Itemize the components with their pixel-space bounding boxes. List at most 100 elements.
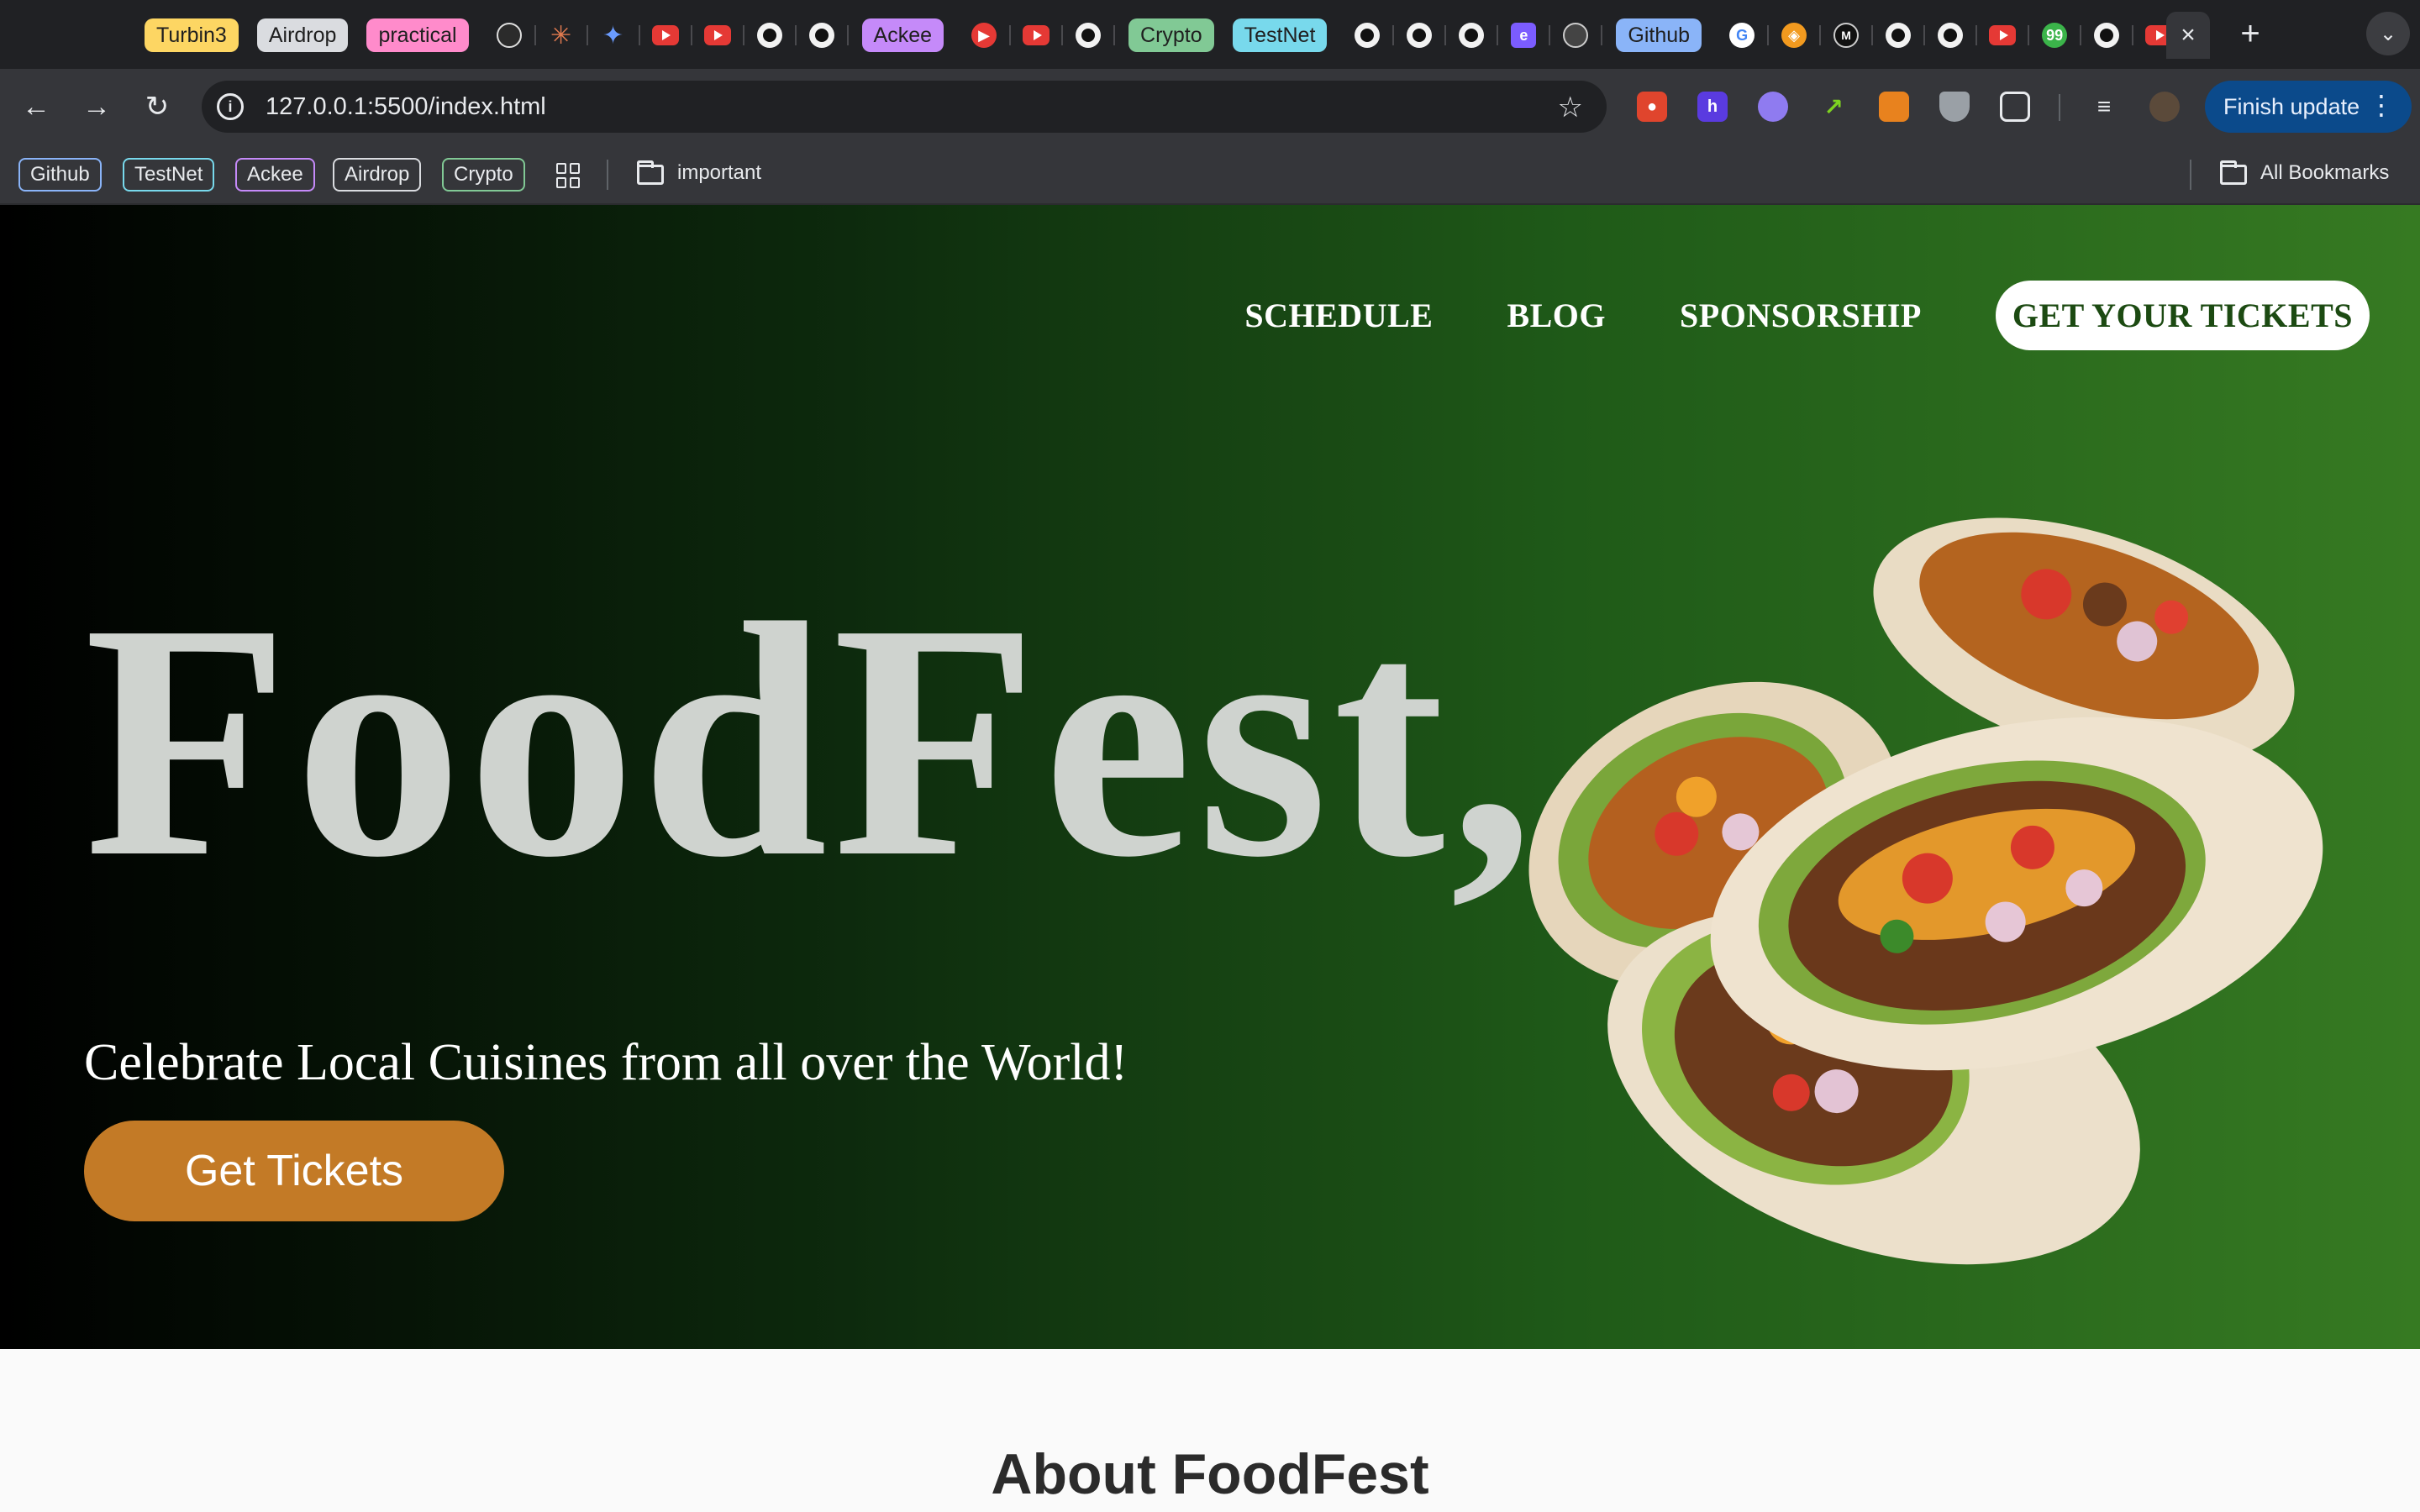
tab-search-button[interactable]: ⌄	[2366, 12, 2410, 55]
burrito-image	[1528, 517, 2323, 1265]
tab[interactable]	[800, 15, 849, 55]
tab[interactable]	[487, 15, 536, 55]
tab[interactable]	[1345, 15, 1395, 55]
nav-sponsorship-link[interactable]: SPONSORSHIP	[1680, 296, 1922, 335]
tab[interactable]	[1876, 15, 1926, 55]
close-tab-icon[interactable]: ×	[2181, 21, 2196, 50]
tab[interactable]	[1449, 15, 1499, 55]
extensions-puzzle-icon[interactable]	[2000, 92, 2030, 122]
bookmark-divider	[607, 160, 608, 190]
bookmarks-bar: Github TestNet Ackee Airdrop Crypto impo…	[0, 144, 2420, 205]
tab[interactable]: ▶	[962, 15, 1012, 55]
apps-grid-icon[interactable]	[556, 163, 581, 188]
about-section: About FoodFest	[0, 1349, 2420, 1512]
browser-toolbar: ← → ↻ i 127.0.0.1:5500/index.html ☆ ● h …	[0, 69, 2420, 144]
github-icon	[1886, 23, 1912, 48]
tab[interactable]	[1928, 15, 1978, 55]
youtube-music-icon: ▶	[971, 23, 997, 48]
github-icon	[1355, 23, 1381, 48]
tab[interactable]	[2085, 15, 2134, 55]
about-heading: About FoodFest	[991, 1442, 1429, 1506]
metamask-icon[interactable]	[1879, 92, 1909, 122]
github-icon	[1938, 23, 1964, 48]
finish-update-label: Finish update	[2223, 93, 2360, 119]
github-icon	[1407, 23, 1433, 48]
tab[interactable]	[1014, 15, 1064, 55]
chevron-down-icon: ⌄	[2379, 22, 2397, 45]
folder-icon	[637, 160, 664, 185]
tab-group-crypto[interactable]: Crypto	[1128, 18, 1214, 52]
get-tickets-button[interactable]: Get Tickets	[84, 1121, 504, 1221]
nav-blog-link[interactable]: BLOG	[1507, 296, 1606, 335]
tab-list: Turbin3 Airdrop practical ✳ ✦ Ackee ▶ Cr…	[134, 15, 2186, 55]
tab-group-testnet[interactable]: TestNet	[1232, 18, 1328, 52]
claude-icon: ✳	[550, 21, 572, 50]
google-icon: G	[1729, 23, 1755, 48]
get-your-tickets-button[interactable]: GET YOUR TICKETS	[1995, 281, 2370, 350]
tab[interactable]	[1554, 15, 1603, 55]
hero-section: SCHEDULE BLOG SPONSORSHIP GET YOUR TICKE…	[0, 205, 2420, 1349]
active-tab[interactable]: ×	[2166, 12, 2210, 59]
tab-group-practical[interactable]: practical	[366, 18, 469, 52]
tab[interactable]: e	[1502, 15, 1551, 55]
address-bar[interactable]: i 127.0.0.1:5500/index.html ☆	[202, 81, 1607, 133]
site-info-icon[interactable]: i	[217, 93, 244, 120]
tab[interactable]: ✳	[539, 15, 588, 55]
bookmark-group-testnet[interactable]: TestNet	[123, 158, 215, 192]
reload-button[interactable]: ↻	[138, 87, 176, 126]
nav-schedule-link[interactable]: SCHEDULE	[1244, 296, 1433, 335]
tab[interactable]	[748, 15, 797, 55]
tab[interactable]: ✦	[592, 15, 640, 55]
hero-title: FoodFest,	[84, 554, 1539, 927]
shield-icon[interactable]	[1939, 92, 1970, 122]
bookmark-group-airdrop[interactable]: Airdrop	[333, 158, 422, 192]
tab-group-ackee[interactable]: Ackee	[861, 18, 944, 52]
bookmark-divider	[2190, 160, 2191, 190]
hero-subtitle: Celebrate Local Cuisines from all over t…	[84, 1034, 1128, 1091]
youtube-icon	[651, 25, 679, 45]
github-icon	[808, 23, 834, 48]
bookmark-group-crypto[interactable]: Crypto	[442, 158, 525, 192]
chart-extension-icon[interactable]: ↗	[1818, 92, 1849, 122]
bookmark-group-github[interactable]: Github	[18, 158, 102, 192]
bitcoin-icon: ◈	[1781, 23, 1807, 48]
extension-icon[interactable]: ●	[1637, 92, 1667, 122]
back-button[interactable]: ←	[17, 87, 55, 126]
youtube-icon	[1989, 25, 2017, 45]
phantom-icon[interactable]	[1758, 92, 1788, 122]
tab[interactable]	[644, 15, 692, 55]
profile-avatar[interactable]	[2149, 92, 2180, 122]
finish-update-button[interactable]: Finish update ⋮	[2205, 81, 2412, 133]
tab[interactable]: ◈	[1772, 15, 1822, 55]
tab[interactable]: G	[1720, 15, 1770, 55]
medium-icon: M	[1833, 23, 1860, 48]
bookmark-folder-important[interactable]: important	[677, 161, 761, 185]
bookmark-group-ackee[interactable]: Ackee	[235, 158, 315, 192]
youtube-icon	[1023, 25, 1050, 45]
tab-group-turbin3[interactable]: Turbin3	[145, 18, 239, 52]
youtube-icon	[703, 25, 731, 45]
toolbar-divider	[2059, 94, 2060, 121]
folder-icon	[2220, 160, 2247, 185]
new-tab-button[interactable]: +	[2232, 15, 2269, 52]
tab[interactable]	[696, 15, 744, 55]
tab[interactable]	[1066, 15, 1116, 55]
tab[interactable]	[1397, 15, 1447, 55]
chat-icon: 99	[2042, 23, 2068, 48]
url-text[interactable]: 127.0.0.1:5500/index.html	[266, 93, 546, 121]
bookmark-star-icon[interactable]: ☆	[1558, 91, 1583, 124]
tab-group-github[interactable]: Github	[1616, 18, 1702, 52]
main-nav: SCHEDULE BLOG SPONSORSHIP GET YOUR TICKE…	[1244, 281, 2370, 350]
forward-button[interactable]: →	[77, 87, 116, 126]
tab[interactable]: M	[1824, 15, 1874, 55]
media-queue-icon[interactable]: ≡	[2089, 92, 2119, 122]
tab[interactable]: 99	[2033, 15, 2082, 55]
avatar-icon	[1563, 23, 1589, 48]
more-vert-icon: ⋮	[2368, 90, 2395, 120]
arrow-right-icon: →	[82, 90, 111, 123]
tab-group-airdrop[interactable]: Airdrop	[256, 18, 349, 52]
tab[interactable]	[1981, 15, 2030, 55]
github-icon	[1459, 23, 1485, 48]
extension-icon[interactable]: h	[1697, 92, 1728, 122]
all-bookmarks[interactable]: All Bookmarks	[2260, 161, 2389, 185]
